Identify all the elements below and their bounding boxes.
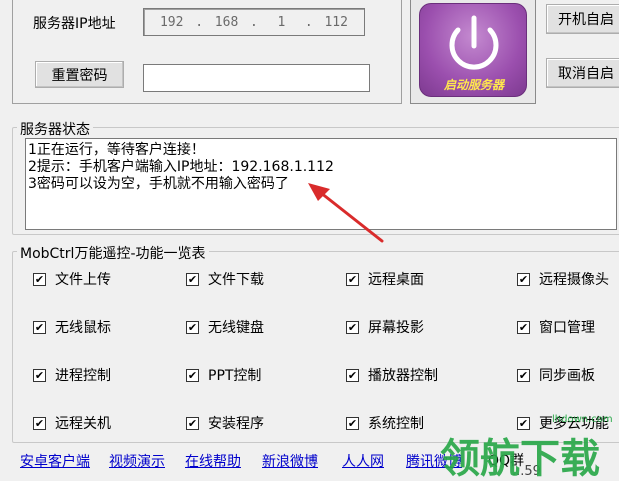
feature-remote-shutdown[interactable]: ✔ 远程关机	[33, 413, 111, 433]
feature-label: 窗口管理	[539, 320, 595, 336]
ip-octet-4: 112	[324, 14, 348, 30]
checkbox-checked[interactable]: ✔	[517, 272, 530, 286]
feature-label: 文件下载	[208, 272, 264, 288]
checkbox-checked[interactable]: ✔	[33, 320, 46, 334]
feature-process-control[interactable]: ✔ 进程控制	[33, 365, 111, 385]
feature-label: 安装程序	[208, 416, 264, 432]
feature-ppt-control[interactable]: ✔ PPT控制	[186, 365, 261, 385]
checkbox-checked[interactable]: ✔	[33, 416, 46, 430]
feature-label: 进程控制	[55, 368, 111, 384]
status-group-title: 服务器状态	[17, 119, 93, 139]
start-server-face: 启动服务器	[419, 3, 527, 97]
feature-file-download[interactable]: ✔ 文件下载	[186, 269, 264, 289]
disable-autostart-button[interactable]: 取消自启	[546, 58, 619, 88]
feature-player-control[interactable]: ✔ 播放器控制	[346, 365, 438, 385]
ip-octet-2: 168	[214, 14, 239, 30]
checkbox-checked[interactable]: ✔	[186, 320, 199, 334]
feature-label: 屏幕投影	[368, 320, 424, 336]
link-android-client[interactable]: 安卓客户端	[20, 451, 90, 471]
checkbox-checked[interactable]: ✔	[517, 368, 530, 382]
feature-window-management[interactable]: ✔ 窗口管理	[517, 317, 595, 337]
feature-file-upload[interactable]: ✔ 文件上传	[33, 269, 111, 289]
feature-label: PPT控制	[208, 368, 262, 384]
ip-dot: .	[304, 14, 313, 30]
ip-octet-1: 192	[159, 14, 184, 30]
link-video-demo[interactable]: 视频演示	[109, 451, 165, 471]
feature-label: 播放器控制	[368, 368, 438, 384]
checkbox-checked[interactable]: ✔	[186, 272, 199, 286]
checkbox-checked[interactable]: ✔	[186, 416, 199, 430]
feature-label: 远程关机	[55, 416, 111, 432]
annotation-arrow-icon	[308, 183, 384, 243]
watermark-text: 领航下载	[440, 435, 600, 481]
checkbox-checked[interactable]: ✔	[517, 320, 530, 334]
link-sina-weibo[interactable]: 新浪微博	[262, 451, 318, 471]
feature-label: 无线鼠标	[55, 320, 111, 336]
watermark-site: lhdown.com	[552, 414, 613, 425]
feature-label: 同步画板	[539, 368, 595, 384]
start-server-button[interactable]: 启动服务器	[410, 0, 536, 104]
feature-remote-camera[interactable]: ✔ 远程摄像头	[517, 269, 609, 289]
checkbox-checked[interactable]: ✔	[346, 368, 359, 382]
feature-wireless-mouse[interactable]: ✔ 无线鼠标	[33, 317, 111, 337]
ip-dot: .	[250, 14, 258, 30]
start-server-label: 启动服务器	[443, 78, 504, 92]
reset-password-button[interactable]: 重置密码	[35, 61, 124, 88]
feature-label: 远程桌面	[368, 272, 424, 288]
enable-autostart-button[interactable]: 开机自启	[546, 4, 619, 34]
features-group-title: MobCtrl万能遥控-功能一览表	[17, 243, 209, 263]
feature-system-control[interactable]: ✔ 系统控制	[346, 413, 424, 433]
link-online-help[interactable]: 在线帮助	[185, 451, 241, 471]
feature-label: 文件上传	[55, 272, 111, 288]
feature-remote-desktop[interactable]: ✔ 远程桌面	[346, 269, 424, 289]
feature-install-program[interactable]: ✔ 安装程序	[186, 413, 264, 433]
checkbox-checked[interactable]: ✔	[33, 272, 46, 286]
checkbox-checked[interactable]: ✔	[346, 272, 359, 286]
ip-address-input[interactable]: 192 . 168 . 1 . 112	[143, 8, 365, 36]
link-renren[interactable]: 人人网	[342, 451, 384, 471]
password-input[interactable]	[143, 64, 370, 92]
ip-octet-3: 1	[277, 14, 286, 30]
feature-sync-drawing-board[interactable]: ✔ 同步画板	[517, 365, 595, 385]
checkbox-checked[interactable]: ✔	[346, 416, 359, 430]
feature-screen-projection[interactable]: ✔ 屏幕投影	[346, 317, 424, 337]
feature-wireless-keyboard[interactable]: ✔ 无线键盘	[186, 317, 264, 337]
checkbox-checked[interactable]: ✔	[186, 368, 199, 382]
ip-dot: .	[195, 14, 204, 30]
feature-label: 无线键盘	[208, 320, 264, 336]
feature-label: 系统控制	[368, 416, 424, 432]
status-line: 1正在运行，等待客户连接！	[28, 142, 205, 158]
status-line: 2提示：手机客户端输入IP地址：192.168.1.112	[28, 159, 334, 175]
ip-label: 服务器IP地址	[33, 16, 116, 32]
checkbox-checked[interactable]: ✔	[33, 368, 46, 382]
checkbox-checked[interactable]: ✔	[346, 320, 359, 334]
feature-label: 远程摄像头	[539, 272, 609, 288]
